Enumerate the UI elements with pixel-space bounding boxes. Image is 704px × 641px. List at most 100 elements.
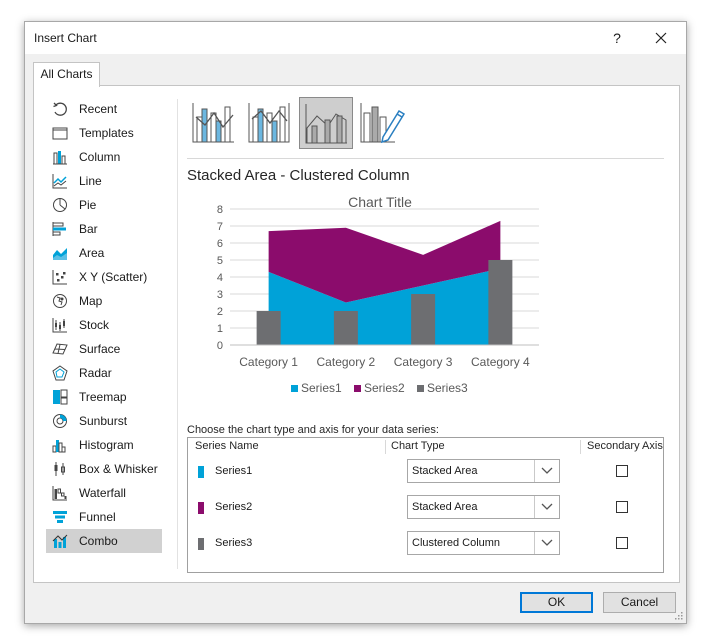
sidebar-item-label: Treemap xyxy=(79,390,127,404)
y-tick-label: 4 xyxy=(217,272,223,284)
sidebar-item-label: Radar xyxy=(79,366,112,380)
radar-chart-icon xyxy=(52,365,68,381)
series-row-series1: Series1 Stacked Area xyxy=(188,456,663,486)
series3-secondary-axis-checkbox[interactable] xyxy=(616,537,628,549)
combo-type-title: Stacked Area - Clustered Column xyxy=(187,167,410,184)
y-tick-label: 6 xyxy=(217,238,223,250)
sidebar-item-pie[interactable]: Pie xyxy=(46,193,166,217)
resize-grip-icon[interactable] xyxy=(673,610,683,620)
sidebar-item-histogram[interactable]: Histogram xyxy=(46,433,166,457)
bar-series3 xyxy=(333,311,358,345)
series1-chart-type-select[interactable]: Stacked Area xyxy=(407,459,560,483)
templates-icon xyxy=(52,127,68,140)
series-row-series3: Series3 Clustered Column xyxy=(188,528,663,558)
line-chart-icon xyxy=(52,174,67,189)
scatter-chart-icon xyxy=(52,270,67,285)
series1-color-swatch xyxy=(198,466,204,478)
sidebar-item-label: Box & Whisker xyxy=(79,462,158,476)
sidebar-item-label: Waterfall xyxy=(79,486,126,500)
subtype-stacked-area-clustered-column[interactable] xyxy=(299,97,353,149)
series2-chart-type-select[interactable]: Stacked Area xyxy=(407,495,560,519)
sidebar-item-map[interactable]: Map xyxy=(46,289,166,313)
sidebar-item-label: Map xyxy=(79,294,103,308)
x-tick-label: Category 1 xyxy=(239,355,298,369)
dropdown-arrow[interactable] xyxy=(534,496,559,518)
column-divider xyxy=(385,440,386,454)
sidebar-item-label: Histogram xyxy=(79,438,134,452)
bar-chart-icon xyxy=(52,222,66,236)
legend-swatch xyxy=(291,385,298,392)
chevron-down-icon xyxy=(541,539,553,546)
series2-secondary-axis-checkbox[interactable] xyxy=(616,501,628,513)
box-whisker-chart-icon xyxy=(54,462,65,476)
legend-label: Series3 xyxy=(427,381,468,395)
sidebar-item-label: Combo xyxy=(79,534,118,548)
sidebar-item-column[interactable]: Column xyxy=(46,145,166,169)
chart-type-list: Recent Templates Column Line Pie Bar Are… xyxy=(46,97,166,553)
sidebar-item-label: Line xyxy=(79,174,102,188)
sidebar-item-combo[interactable]: Combo xyxy=(46,529,162,553)
sidebar-item-templates[interactable]: Templates xyxy=(46,121,166,145)
treemap-chart-icon xyxy=(53,389,68,405)
sidebar-item-radar[interactable]: Radar xyxy=(46,361,166,385)
x-tick-label: Category 3 xyxy=(394,355,453,369)
sidebar-item-label: Column xyxy=(79,150,121,164)
dropdown-arrow[interactable] xyxy=(534,532,559,554)
subtype-clustered-column-line-secondary-axis[interactable] xyxy=(243,97,297,149)
series3-chart-type-select[interactable]: Clustered Column xyxy=(407,531,560,555)
sunburst-chart-icon xyxy=(53,414,67,428)
close-icon xyxy=(655,32,667,44)
legend-swatch xyxy=(417,385,424,392)
close-button[interactable] xyxy=(647,27,675,49)
subtype-divider xyxy=(187,158,664,159)
cancel-button[interactable]: Cancel xyxy=(603,592,676,613)
sidebar-item-bar[interactable]: Bar xyxy=(46,217,166,241)
chevron-down-icon xyxy=(541,503,553,510)
dialog-title: Insert Chart xyxy=(34,31,97,45)
sidebar-item-surface[interactable]: Surface xyxy=(46,337,166,361)
histogram-chart-icon xyxy=(52,440,66,453)
sidebar-item-stock[interactable]: Stock xyxy=(46,313,166,337)
sidebar-item-treemap[interactable]: Treemap xyxy=(46,385,166,409)
sidebar-item-label: Stock xyxy=(79,318,110,332)
sidebar-item-recent[interactable]: Recent xyxy=(46,97,166,121)
stacked-area-clustered-column-icon xyxy=(305,104,347,144)
sidebar-item-sunburst[interactable]: Sunburst xyxy=(46,409,166,433)
map-chart-icon xyxy=(53,294,67,308)
tab-all-charts[interactable]: All Charts xyxy=(33,62,100,87)
y-tick-label: 2 xyxy=(217,306,223,318)
sidebar-item-box-whisker[interactable]: Box & Whisker xyxy=(46,457,166,481)
bar-series3 xyxy=(488,260,513,345)
selected-chart-type: Stacked Area xyxy=(412,501,478,513)
waterfall-chart-icon xyxy=(52,486,67,501)
column-header-series-name: Series Name xyxy=(195,440,259,452)
selected-chart-type: Stacked Area xyxy=(412,465,478,477)
sidebar-item-funnel[interactable]: Funnel xyxy=(46,505,166,529)
y-tick-label: 0 xyxy=(217,340,223,352)
y-tick-label: 8 xyxy=(217,204,223,216)
bar-series3 xyxy=(411,294,436,345)
series-name: Series2 xyxy=(215,501,253,513)
sidebar-item-label: Templates xyxy=(79,126,134,140)
chart-preview: Chart Title 0 1 2 3 4 5 6 7 8 Category 1 Category 2… xyxy=(217,194,539,395)
sidebar-item-scatter[interactable]: X Y (Scatter) xyxy=(46,265,166,289)
custom-combination-icon xyxy=(360,103,406,144)
help-button[interactable]: ? xyxy=(605,27,629,49)
recent-icon xyxy=(53,102,67,116)
ok-button[interactable]: OK xyxy=(520,592,593,613)
subtype-custom-combination[interactable] xyxy=(355,97,409,149)
sidebar-item-area[interactable]: Area xyxy=(46,241,166,265)
sidebar-item-label: Surface xyxy=(79,342,121,356)
series-name: Series1 xyxy=(215,465,253,477)
series-name: Series3 xyxy=(215,537,253,549)
column-header-chart-type: Chart Type xyxy=(391,440,445,452)
subtype-clustered-column-line[interactable] xyxy=(187,97,241,149)
series2-color-swatch xyxy=(198,502,204,514)
pie-chart-icon xyxy=(53,198,67,212)
series1-secondary-axis-checkbox[interactable] xyxy=(616,465,628,477)
sidebar-item-line[interactable]: Line xyxy=(46,169,166,193)
dropdown-arrow[interactable] xyxy=(534,460,559,482)
column-chart-icon xyxy=(53,151,67,165)
sidebar-divider xyxy=(177,99,178,569)
sidebar-item-waterfall[interactable]: Waterfall xyxy=(46,481,166,505)
